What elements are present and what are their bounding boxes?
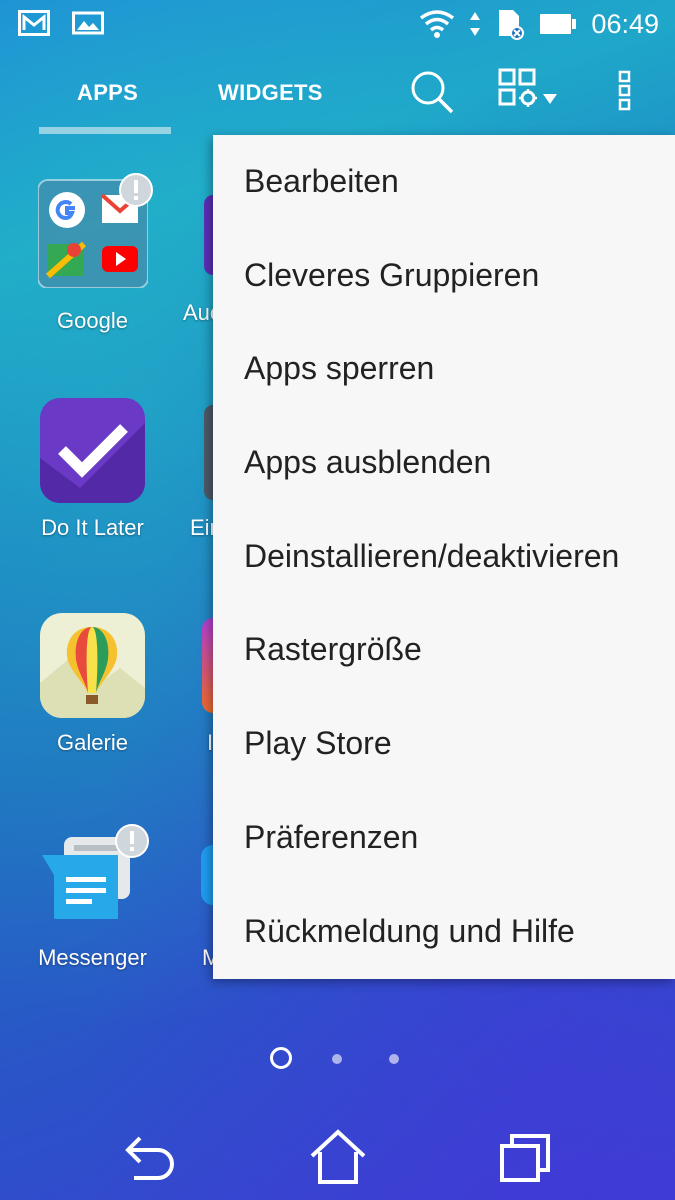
- menu-item-play-store[interactable]: Play Store: [213, 697, 675, 791]
- data-arrows-icon: [470, 12, 481, 36]
- status-bar: 06:49: [0, 0, 675, 50]
- app-google[interactable]: Google: [0, 173, 153, 338]
- page-dot[interactable]: [389, 1054, 399, 1064]
- wifi-icon: [420, 10, 455, 38]
- menu-item-bearbeiten[interactable]: Bearbeiten: [213, 135, 675, 229]
- menu-item-deinstallieren[interactable]: Deinstallieren/deaktivieren: [213, 510, 675, 604]
- app-galerie[interactable]: Galerie: [0, 608, 150, 768]
- menu-item-rueckmeldung-hilfe[interactable]: Rückmeldung und Hilfe: [213, 885, 675, 979]
- tab-widgets[interactable]: WIDGETS: [218, 80, 323, 106]
- tab-apps[interactable]: APPS: [77, 80, 138, 106]
- menu-item-apps-sperren[interactable]: Apps sperren: [213, 322, 675, 416]
- clock: 06:49: [591, 8, 659, 39]
- overflow-menu-icon[interactable]: [617, 68, 633, 112]
- recents-icon[interactable]: [496, 1128, 556, 1184]
- menu-item-apps-ausblenden[interactable]: Apps ausblenden: [213, 416, 675, 510]
- menu-item-rastergroesse[interactable]: Rastergröße: [213, 603, 675, 697]
- app-label-messenger: Messenger: [38, 945, 147, 970]
- page-dot[interactable]: [332, 1054, 342, 1064]
- photo-notification-icon: [72, 11, 104, 35]
- app-label-do-it-later: Do It Later: [41, 515, 144, 540]
- do-it-later-icon: [40, 398, 145, 503]
- battery-icon: [540, 14, 577, 34]
- app-messenger[interactable]: Messenger: [0, 823, 150, 983]
- app-label-galerie: Galerie: [57, 730, 128, 755]
- page-dot-active[interactable]: [270, 1047, 292, 1069]
- app-drawer-top-bar: APPS WIDGETS: [0, 50, 675, 136]
- back-icon[interactable]: [122, 1128, 182, 1184]
- page-indicator: [0, 1045, 675, 1069]
- navigation-bar: [0, 1110, 675, 1200]
- partial-app-8[interactable]: [201, 845, 213, 905]
- menu-item-praeferenzen[interactable]: Präferenzen: [213, 791, 675, 885]
- partial-app-4[interactable]: [204, 405, 213, 500]
- home-icon[interactable]: [308, 1128, 368, 1184]
- notification-badge-icon: [119, 173, 153, 207]
- grid-settings-icon[interactable]: [498, 68, 560, 110]
- menu-item-cleveres-gruppieren[interactable]: Cleveres Gruppieren: [213, 229, 675, 323]
- active-tab-indicator: [39, 127, 171, 134]
- gallery-balloon-icon: [40, 613, 145, 718]
- overflow-menu: Bearbeiten Cleveres Gruppieren Apps sper…: [213, 135, 675, 979]
- app-label-google: Google: [57, 308, 128, 333]
- search-icon[interactable]: [408, 68, 456, 116]
- app-do-it-later[interactable]: Do It Later: [0, 393, 150, 553]
- partial-app-6[interactable]: [202, 618, 213, 713]
- sd-card-icon: [499, 10, 525, 40]
- gmail-notification-icon: [18, 10, 50, 36]
- notification-badge-icon: [115, 824, 149, 858]
- partial-app-2[interactable]: [204, 195, 213, 275]
